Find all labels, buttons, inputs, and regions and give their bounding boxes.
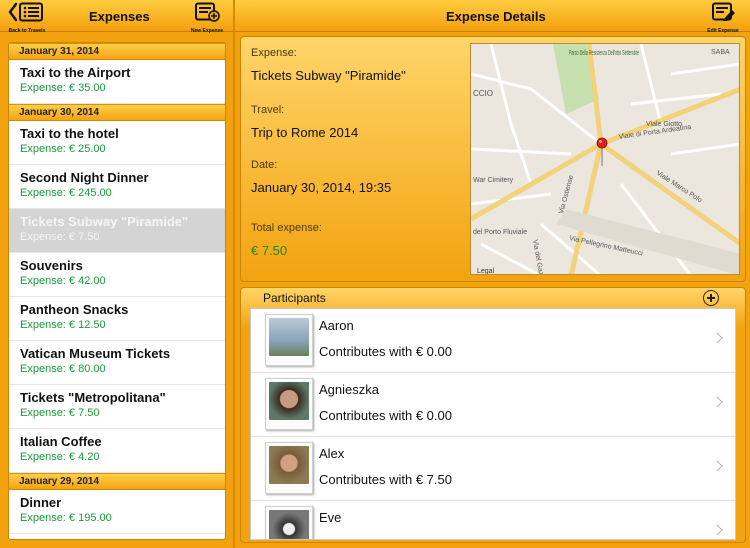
location-map[interactable]: Parco Della Resistenza Dell'otto Settemb… — [470, 43, 740, 275]
expense-amount: Expense: € 7.50 — [20, 231, 100, 243]
participant-contribution: Contributes with € 0.00 — [319, 408, 452, 423]
split-divider — [233, 0, 235, 548]
section-header: January 31, 2014 — [9, 43, 225, 60]
expense-title: Souvenirs — [20, 258, 83, 273]
map-legal-link[interactable]: Legal — [477, 268, 495, 275]
add-participant-icon[interactable] — [703, 290, 719, 306]
edit-icon — [712, 2, 735, 21]
list-item[interactable]: Taxi to the Airport Expense: € 35.00 — [9, 60, 225, 104]
date-value: January 30, 2014, 19:35 — [251, 180, 392, 195]
chevron-right-icon — [711, 524, 723, 536]
expense-details-title: Expense Details — [446, 9, 546, 24]
map-label-fluviale: del Porto Fluviale — [473, 229, 527, 236]
participant-name: Alex — [319, 446, 345, 461]
list-item[interactable]: Italian Coffee Expense: € 4.20 — [9, 429, 225, 473]
expense-title: Vatican Museum Tickets — [20, 346, 171, 361]
list-item[interactable]: Dinner Expense: € 195.00 — [9, 490, 225, 534]
expense-title: Tickets Subway "Piramide" — [20, 214, 189, 229]
section-header: January 29, 2014 — [9, 473, 225, 490]
expense-amount: Expense: € 4.20 — [20, 451, 100, 463]
new-expense-button[interactable]: New Expense — [186, 2, 228, 34]
list-item[interactable]: Souvenirs Expense: € 42.00 — [9, 253, 225, 297]
total-value: € 7.50 — [251, 243, 288, 258]
expense-value: Tickets Subway "Piramide" — [251, 68, 406, 83]
avatar — [265, 314, 313, 366]
expense-amount: Expense: € 80.00 — [20, 363, 106, 375]
participant-contribution: Contributes with € 0.00 — [319, 344, 452, 359]
participants-title: Participants — [263, 291, 326, 305]
participant-row[interactable]: Aaron Contributes with € 0.00 — [251, 309, 735, 373]
participants-list[interactable]: Aaron Contributes with € 0.00 Agnieszka … — [250, 308, 736, 540]
avatar — [265, 378, 313, 430]
list-item[interactable]: Tickets "Metropolitana" Expense: € 7.50 — [9, 385, 225, 429]
new-expense-icon — [195, 2, 220, 22]
expense-title: Taxi to the Airport — [20, 65, 131, 80]
expense-details-card: Expense: Tickets Subway "Piramide" Trave… — [240, 36, 746, 282]
expense-amount: Expense: € 12.50 — [20, 319, 106, 331]
avatar — [265, 442, 313, 494]
list-item[interactable]: Pantheon Snacks Expense: € 12.50 — [9, 297, 225, 341]
chevron-right-icon — [711, 396, 723, 408]
travel-label: Travel: — [251, 104, 285, 116]
expense-title: Pantheon Snacks — [20, 302, 129, 317]
back-list-icon — [8, 2, 43, 22]
back-to-travels-button[interactable]: Back to Travels — [4, 2, 50, 34]
travel-value: Trip to Rome 2014 — [251, 125, 359, 140]
expense-title: Dinner — [20, 495, 62, 510]
edit-expense-label: Edit Expense — [707, 28, 739, 34]
chevron-right-icon — [711, 460, 723, 472]
participants-card: Participants Aaron Contributes with € 0.… — [240, 287, 746, 543]
map-label-war-cemetery: War Cimitery — [473, 177, 514, 184]
section-header: January 30, 2014 — [9, 104, 225, 121]
date-label: Date: — [251, 159, 278, 171]
list-item[interactable]: Vatican Museum Tickets Expense: € 80.00 — [9, 341, 225, 385]
new-expense-label: New Expense — [190, 28, 224, 34]
list-item[interactable]: Taxi to the hotel Expense: € 25.00 — [9, 121, 225, 165]
participant-name: Agnieszka — [319, 382, 379, 397]
expense-label: Expense: — [251, 47, 297, 59]
map-canvas: Parco Della Resistenza Dell'otto Settemb… — [471, 44, 739, 275]
back-button-label: Back to Travels — [8, 28, 46, 34]
details-nav-bar: Expense Details Edit Expense — [235, 0, 750, 34]
participant-name: Aaron — [319, 318, 354, 333]
expenses-nav-bar: Back to Travels Expenses New Expense — [0, 0, 234, 34]
expense-amount: Expense: € 195.00 — [20, 512, 112, 524]
expense-amount: Expense: € 7.50 — [20, 407, 100, 419]
expense-amount: Expense: € 25.00 — [20, 143, 106, 155]
participant-name: Eve — [319, 510, 342, 525]
expense-title: Tickets "Metropolitana" — [20, 390, 166, 405]
list-item-selected[interactable]: Tickets Subway "Piramide" Expense: € 7.5… — [9, 209, 225, 253]
avatar — [265, 506, 313, 539]
edit-expense-button[interactable]: Edit Expense — [703, 2, 743, 34]
map-label-saba: SABA — [711, 49, 730, 56]
expenses-title: Expenses — [89, 9, 150, 24]
expense-title: Italian Coffee — [20, 434, 102, 449]
total-label: Total expense: — [251, 222, 322, 234]
expense-amount: Expense: € 245.00 — [20, 187, 112, 199]
participant-row[interactable]: Eve — [251, 501, 735, 539]
participant-row[interactable]: Alex Contributes with € 7.50 — [251, 437, 735, 501]
participant-contribution: Contributes with € 7.50 — [319, 472, 452, 487]
participant-row[interactable]: Agnieszka Contributes with € 0.00 — [251, 373, 735, 437]
chevron-right-icon — [711, 332, 723, 344]
expense-amount: Expense: € 35.00 — [20, 82, 106, 94]
map-label-ccio: CCIO — [473, 89, 493, 98]
list-item[interactable]: Second Night Dinner Expense: € 245.00 — [9, 165, 225, 209]
expenses-list[interactable]: January 31, 2014 Taxi to the Airport Exp… — [8, 42, 226, 540]
expense-title: Second Night Dinner — [20, 170, 149, 185]
expense-title: Taxi to the hotel — [20, 126, 119, 141]
expense-amount: Expense: € 42.00 — [20, 275, 106, 287]
map-label-park: Parco Della Resistenza Dell'otto Settemb… — [569, 50, 639, 57]
